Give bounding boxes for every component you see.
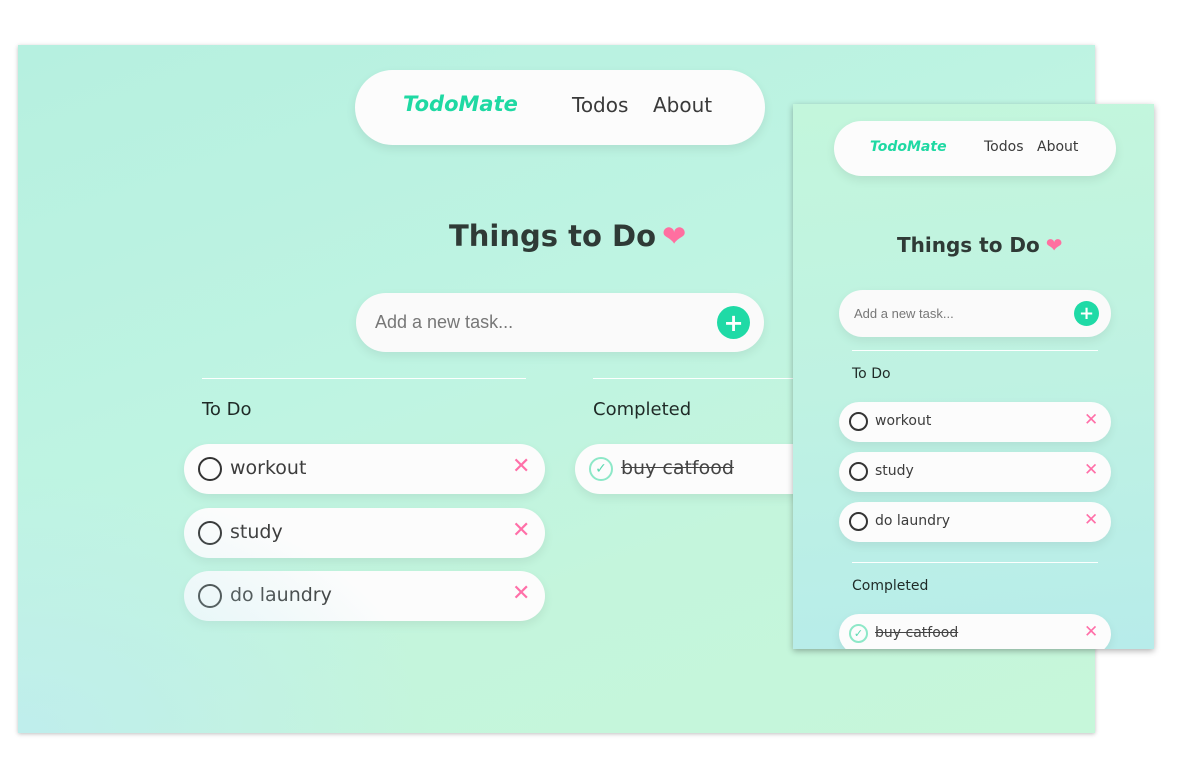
heart-icon: ❤ [662,219,687,253]
add-task-button[interactable]: + [1074,301,1099,326]
delete-icon[interactable]: ✕ [1084,460,1098,480]
page-title-text: Things to Do [897,233,1040,257]
todo-item: study ✕ [839,452,1111,492]
complete-checkbox[interactable] [849,462,868,481]
delete-icon[interactable]: ✕ [1084,410,1098,430]
delete-icon[interactable]: ✕ [512,581,530,606]
mobile-view: TodoMate Todos About Things to Do❤ + To … [793,104,1154,649]
nav-link-about[interactable]: About [653,93,712,117]
plus-icon: + [723,308,744,337]
navbar: TodoMate Todos About [834,121,1116,176]
task-text: workout [230,457,307,479]
task-text: buy catfood [875,625,959,641]
todo-item: workout ✕ [839,402,1111,442]
completed-divider [852,562,1098,563]
check-icon[interactable]: ✓ [849,624,868,643]
completed-item: ✓ buy catfood ✕ [839,614,1111,649]
task-text: buy catfood [621,457,734,479]
completed-section-label: Completed [852,578,929,594]
nav-link-todos[interactable]: Todos [572,93,628,117]
page-title-text: Things to Do [449,219,657,253]
nav-link-todos[interactable]: Todos [984,139,1023,155]
task-text: study [875,463,914,479]
completed-divider [593,378,803,379]
todo-item: do laundry ✕ [184,571,545,621]
todo-item: workout ✕ [184,444,545,494]
task-text: workout [875,413,932,429]
delete-icon[interactable]: ✕ [512,518,530,543]
complete-checkbox[interactable] [198,521,222,545]
delete-icon[interactable]: ✕ [512,454,530,479]
plus-icon: + [1078,303,1095,324]
complete-checkbox[interactable] [198,584,222,608]
heart-icon: ❤ [1045,233,1063,257]
todo-item: do laundry ✕ [839,502,1111,542]
delete-icon[interactable]: ✕ [1084,510,1098,530]
add-task-input[interactable] [375,310,695,334]
check-icon[interactable]: ✓ [589,457,613,481]
task-text: do laundry [230,584,332,606]
nav-link-about[interactable]: About [1037,139,1078,155]
complete-checkbox[interactable] [849,512,868,531]
delete-icon[interactable]: ✕ [1084,622,1098,642]
add-task-bar: + [839,290,1111,337]
brand-logo[interactable]: TodoMate [403,92,518,116]
todo-divider [852,350,1098,351]
add-task-bar: + [356,293,764,352]
page-title: Things to Do ❤ [449,219,686,253]
task-text: do laundry [875,513,951,529]
navbar: TodoMate Todos About [355,70,765,145]
brand-logo[interactable]: TodoMate [870,139,947,155]
task-text: study [230,521,283,543]
add-task-button[interactable]: + [717,306,750,339]
todo-divider [202,378,526,379]
completed-section-label: Completed [593,399,692,420]
complete-checkbox[interactable] [198,457,222,481]
todo-item: study ✕ [184,508,545,558]
todo-section-label: To Do [852,366,891,382]
complete-checkbox[interactable] [849,412,868,431]
page-title: Things to Do ❤ [897,233,1063,257]
add-task-input[interactable] [854,304,1054,322]
todo-section-label: To Do [202,399,252,420]
